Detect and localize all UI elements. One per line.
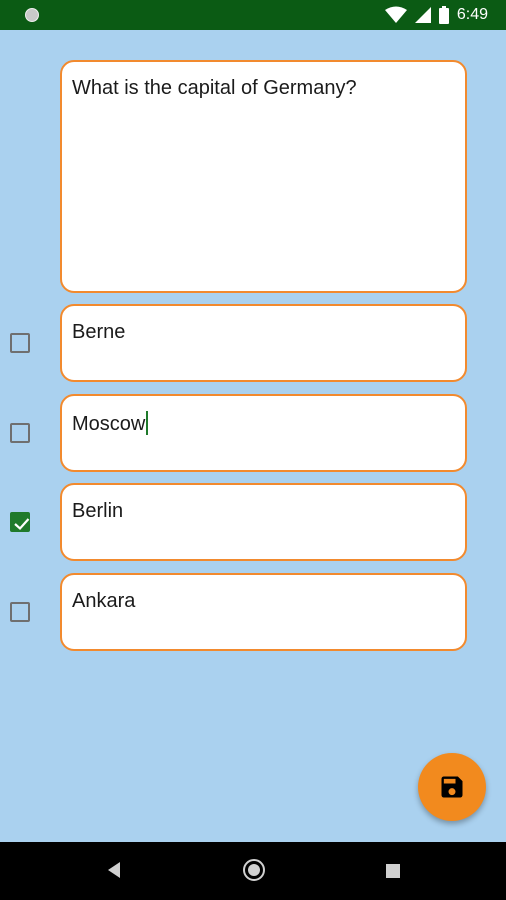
status-icons: 6:49 [384,0,488,30]
battery-icon [438,6,449,24]
answer-checkbox[interactable] [10,333,30,353]
text-cursor [146,411,149,435]
question-input[interactable]: What is the capital of Germany? [60,60,467,293]
answer-checkbox[interactable] [10,602,30,622]
answer-text: Berlin [72,500,124,522]
answer-text: Moscow [72,413,146,435]
checkmark-icon [14,518,30,531]
answer-checkbox-checked[interactable] [10,512,30,532]
answer-text: Ankara [72,590,136,612]
answer-input[interactable]: Moscow [60,394,467,472]
signal-icon [414,7,431,23]
answer-input[interactable]: Berlin [60,483,467,561]
answer-row: Moscow [0,394,506,472]
answer-row: Ankara [0,573,506,651]
answer-input[interactable]: Ankara [60,573,467,651]
save-icon [441,776,463,798]
back-icon[interactable] [104,859,124,881]
answer-text: Berne [72,321,126,343]
answer-input[interactable]: Berne [60,304,467,382]
notification-dot-icon [25,8,39,22]
answer-checkbox[interactable] [10,423,30,443]
navigation-bar [0,842,506,900]
answer-row: Berlin [0,483,506,561]
answer-row: Berne [0,304,506,382]
save-button[interactable] [418,753,486,821]
home-icon[interactable] [242,858,266,882]
wifi-icon [384,6,407,23]
status-bar: 6:49 [0,0,506,30]
recents-icon[interactable] [385,863,401,879]
status-time: 6:49 [456,6,488,23]
